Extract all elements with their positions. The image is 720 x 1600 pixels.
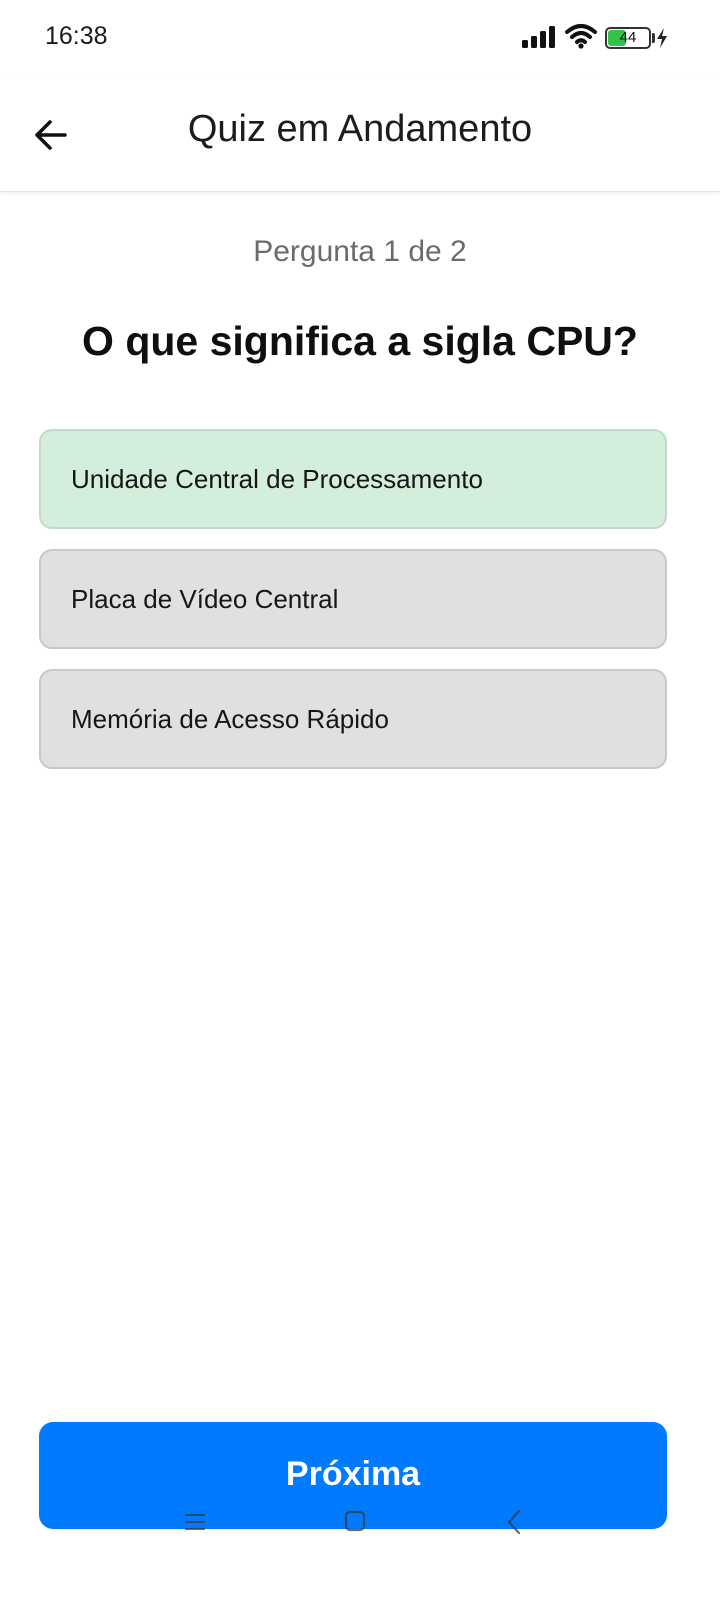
signal-icon [522,26,555,48]
answer-option-2[interactable]: Placa de Vídeo Central [39,549,667,649]
menu-icon[interactable] [184,1512,206,1532]
app-header: Quiz em Andamento [0,78,720,192]
battery-level: 44 [619,29,637,46]
status-bar: 16:38 44 [0,0,720,78]
home-icon[interactable] [344,1510,366,1532]
battery-icon: 44 [605,27,651,49]
back-icon[interactable] [506,1509,522,1535]
system-nav-bar [0,1500,720,1546]
answer-option-1[interactable]: Unidade Central de Processamento [39,429,667,529]
answer-option-label: Placa de Vídeo Central [71,583,339,614]
answer-options: Unidade Central de Processamento Placa d… [39,429,667,789]
question-text: O que significa a sigla CPU? [82,318,638,364]
quiz-screen: 16:38 44 Quiz em Andamento Pergunta 1 de… [0,0,720,1600]
answer-option-label: Unidade Central de Processamento [71,463,483,494]
answer-option-label: Memória de Acesso Rápido [71,703,389,734]
wifi-icon [565,24,597,49]
answer-option-3[interactable]: Memória de Acesso Rápido [39,669,667,769]
page-title: Quiz em Andamento [187,108,533,150]
next-button-label: Próxima [285,1455,421,1493]
question-progress: Pergunta 1 de 2 [253,235,467,268]
status-time: 16:38 [45,22,108,50]
charging-bolt-icon [657,28,667,48]
